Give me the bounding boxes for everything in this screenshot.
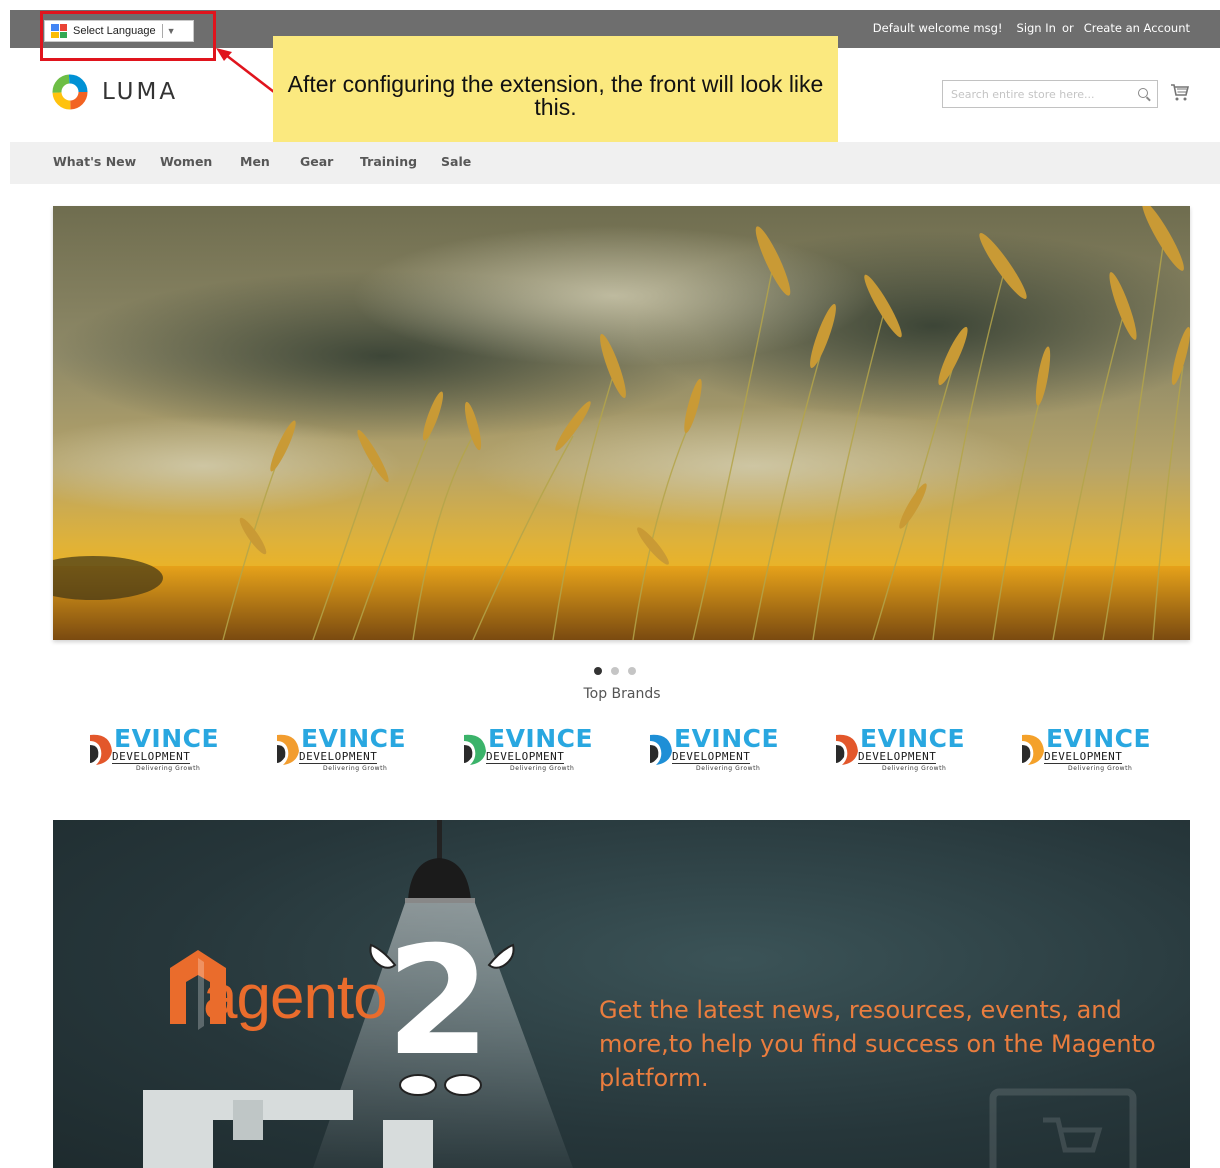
nav-item-women[interactable]: Women [160, 154, 212, 169]
create-account-link[interactable]: Create an Account [1084, 21, 1190, 35]
magento-logo-word: agento [203, 963, 388, 1032]
brand-mark-icon [1022, 734, 1044, 765]
nav-item-whats-new[interactable]: What's New [53, 154, 136, 169]
nav-item-men[interactable]: Men [240, 154, 270, 169]
or-text: or [1061, 21, 1074, 35]
magento-promo-banner[interactable]: agento 2 Get the latest news, resources,… [53, 820, 1190, 1168]
annotation-highlight-box [40, 11, 216, 61]
brand-tagline: Delivering Growth [323, 765, 388, 772]
brand-subtitle: DEVELOPMENT [672, 750, 751, 764]
brand-logo-4[interactable]: EVINCE DEVELOPMENT Delivering Growth [648, 724, 808, 776]
brand-logo-5[interactable]: EVINCE DEVELOPMENT Delivering Growth [834, 724, 994, 776]
slider-dot-2[interactable] [611, 667, 619, 675]
brand-logo-6[interactable]: EVINCE DEVELOPMENT Delivering Growth [1020, 724, 1180, 776]
logo-text: LUMA [102, 79, 179, 105]
brand-subtitle: DEVELOPMENT [112, 750, 191, 764]
search-placeholder: Search entire store here... [951, 88, 1095, 101]
header-links: Default welcome msg! Sign In or Create a… [869, 21, 1190, 35]
brand-name: EVINCE [488, 724, 594, 753]
brand-name: EVINCE [860, 724, 966, 753]
brand-subtitle: DEVELOPMENT [299, 750, 378, 764]
slider-dot-1[interactable] [594, 667, 602, 675]
brand-subtitle: DEVELOPMENT [486, 750, 565, 764]
brand-mark-icon [277, 734, 299, 765]
wheat-field-image [53, 206, 1190, 640]
brand-mark-icon [650, 734, 672, 765]
search-input[interactable]: Search entire store here... [942, 80, 1158, 108]
brand-subtitle: DEVELOPMENT [858, 750, 937, 764]
brand-logo-1[interactable]: EVINCE DEVELOPMENT Delivering Growth [88, 724, 248, 776]
brand-mark-icon [90, 734, 112, 765]
brand-tagline: Delivering Growth [882, 765, 947, 772]
luma-logo[interactable]: LUMA [52, 74, 178, 110]
brand-name: EVINCE [1046, 724, 1152, 753]
slider-dots [594, 667, 636, 675]
sign-in-link[interactable]: Sign In [1017, 21, 1056, 35]
brand-logo-3[interactable]: EVINCE DEVELOPMENT Delivering Growth [462, 724, 622, 776]
brand-tagline: Delivering Growth [1068, 765, 1133, 772]
brand-name: EVINCE [674, 724, 780, 753]
nav-item-sale[interactable]: Sale [441, 154, 471, 169]
nav-item-gear[interactable]: Gear [300, 154, 333, 169]
annotation-arrow [216, 48, 275, 93]
search-icon[interactable] [1138, 88, 1148, 98]
brand-tagline: Delivering Growth [510, 765, 575, 772]
brand-logo-2[interactable]: EVINCE DEVELOPMENT Delivering Growth [275, 724, 435, 776]
brand-mark-icon [464, 734, 486, 765]
brand-subtitle: DEVELOPMENT [1044, 750, 1123, 764]
slider-dot-3[interactable] [628, 667, 636, 675]
callout-text: After configuring the extension, the fro… [287, 71, 824, 120]
brand-tagline: Delivering Growth [136, 765, 201, 772]
magento-version-number: 2 [386, 915, 491, 1089]
top-brands-title: Top Brands [583, 686, 661, 702]
brand-mark-icon [836, 734, 858, 765]
hero-banner-image[interactable] [53, 206, 1190, 640]
promo-text: Get the latest news, resources, events, … [599, 996, 1156, 1092]
welcome-message: Default welcome msg! [872, 21, 1003, 35]
cart-icon[interactable] [1170, 82, 1190, 102]
annotation-callout: After configuring the extension, the fro… [273, 36, 838, 144]
brand-name: EVINCE [301, 724, 407, 753]
brand-name: EVINCE [114, 724, 220, 753]
nav-item-training[interactable]: Training [360, 154, 417, 169]
brand-carousel: EVINCE DEVELOPMENT Delivering Growth EVI… [88, 724, 1188, 776]
brand-tagline: Delivering Growth [696, 765, 761, 772]
luma-logo-icon [52, 74, 88, 110]
